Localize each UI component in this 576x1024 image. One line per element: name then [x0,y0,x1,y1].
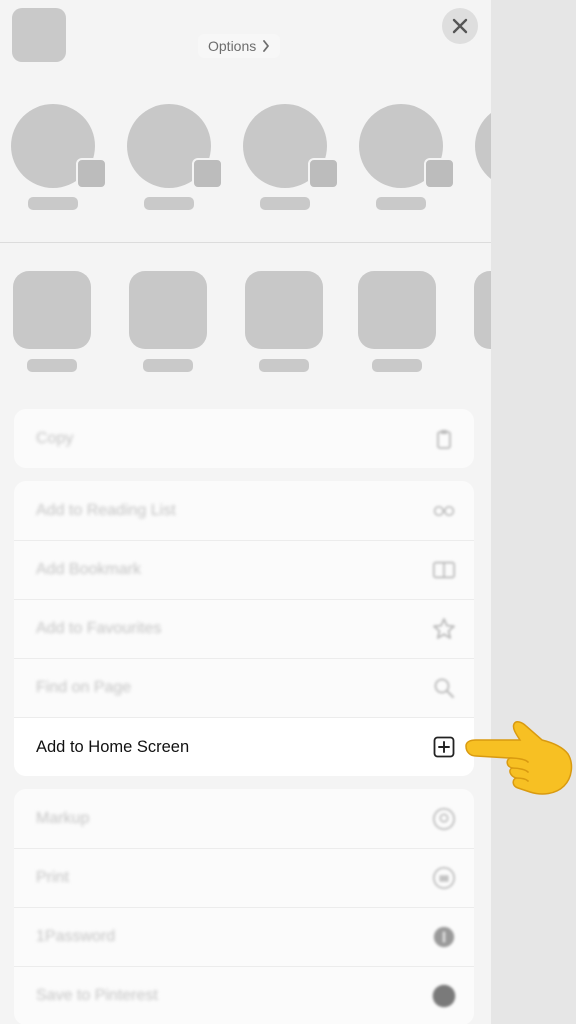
contact-target[interactable] [475,104,491,188]
background-right [491,0,576,1024]
app-icon [129,271,207,349]
contact-avatar [475,104,491,188]
action-label: Copy [36,429,74,447]
contact-avatar [127,104,223,189]
contact-avatar [11,104,107,189]
share-app[interactable] [129,271,207,372]
star-icon [432,617,456,641]
app-name-placeholder [143,359,193,372]
app-name-placeholder [27,359,77,372]
app-badge [308,158,339,189]
contact-target[interactable] [11,104,107,210]
contact-name-placeholder [144,197,194,210]
pointing-hand-icon [465,721,573,795]
action-label: Add to Home Screen [36,737,190,756]
1password-icon [432,925,456,949]
app-name-placeholder [372,359,422,372]
action-label: Save to Pinterest [36,987,158,1004]
contact-name-placeholder [376,197,426,210]
action-group-page: Add to Reading List Add Bookmark Add to … [14,481,474,776]
app-icon [13,271,91,349]
action-label: 1Password [36,928,116,945]
close-button[interactable] [442,8,478,44]
contact-name-placeholder [28,197,78,210]
action-add-to-reading-list[interactable]: Add to Reading List [14,481,474,540]
page-thumbnail [12,8,66,62]
options-label: Options [208,38,257,54]
contact-target[interactable] [127,104,223,210]
action-label: Add to Reading List [36,501,176,519]
contact-target[interactable] [243,104,339,210]
close-icon [452,18,468,34]
action-add-bookmark[interactable]: Add Bookmark [14,540,474,599]
share-sheet: Options Copy Add to Reading List Add Boo… [0,0,491,1024]
action-group-extensions: Markup Print 1Password Save to Pinterest [14,789,474,1024]
action-markup[interactable]: Markup [14,789,474,848]
app-icon [474,271,491,349]
action-label: Print [36,869,69,886]
share-app[interactable] [358,271,436,372]
action-group-copy: Copy [14,409,474,468]
contact-avatar [243,104,339,189]
action-add-to-home-screen[interactable]: Add to Home Screen [14,717,474,776]
action-label: Find on Page [36,679,132,696]
magnifier-icon [432,676,456,700]
app-badge [424,158,455,189]
app-icon [245,271,323,349]
contact-name-placeholder [260,197,310,210]
print-icon [432,866,456,890]
share-app[interactable] [245,271,323,372]
book-icon [432,558,456,582]
markup-icon [432,807,456,831]
copy-icon [432,427,456,451]
options-button[interactable]: Options [198,34,281,58]
app-badge [192,158,223,189]
action-add-to-favourites[interactable]: Add to Favourites [14,599,474,658]
pinterest-icon [432,984,456,1008]
action-copy[interactable]: Copy [14,409,474,468]
chevron-right-icon [263,40,270,52]
app-name-placeholder [259,359,309,372]
action-save-to-pinterest[interactable]: Save to Pinterest [14,966,474,1024]
action-1password[interactable]: 1Password [14,907,474,966]
contact-target[interactable] [359,104,455,210]
action-find-on-page[interactable]: Find on Page [14,658,474,717]
action-label: Add to Favourites [36,620,162,637]
glasses-icon [432,499,456,523]
app-badge [76,158,107,189]
section-divider [0,242,491,243]
action-print[interactable]: Print [14,848,474,907]
action-label: Add Bookmark [36,561,141,578]
share-app[interactable] [474,271,491,349]
contact-avatar [359,104,455,189]
share-app[interactable] [13,271,91,372]
plus-square-icon [432,735,456,759]
app-icon [358,271,436,349]
action-label: Markup [36,809,90,827]
